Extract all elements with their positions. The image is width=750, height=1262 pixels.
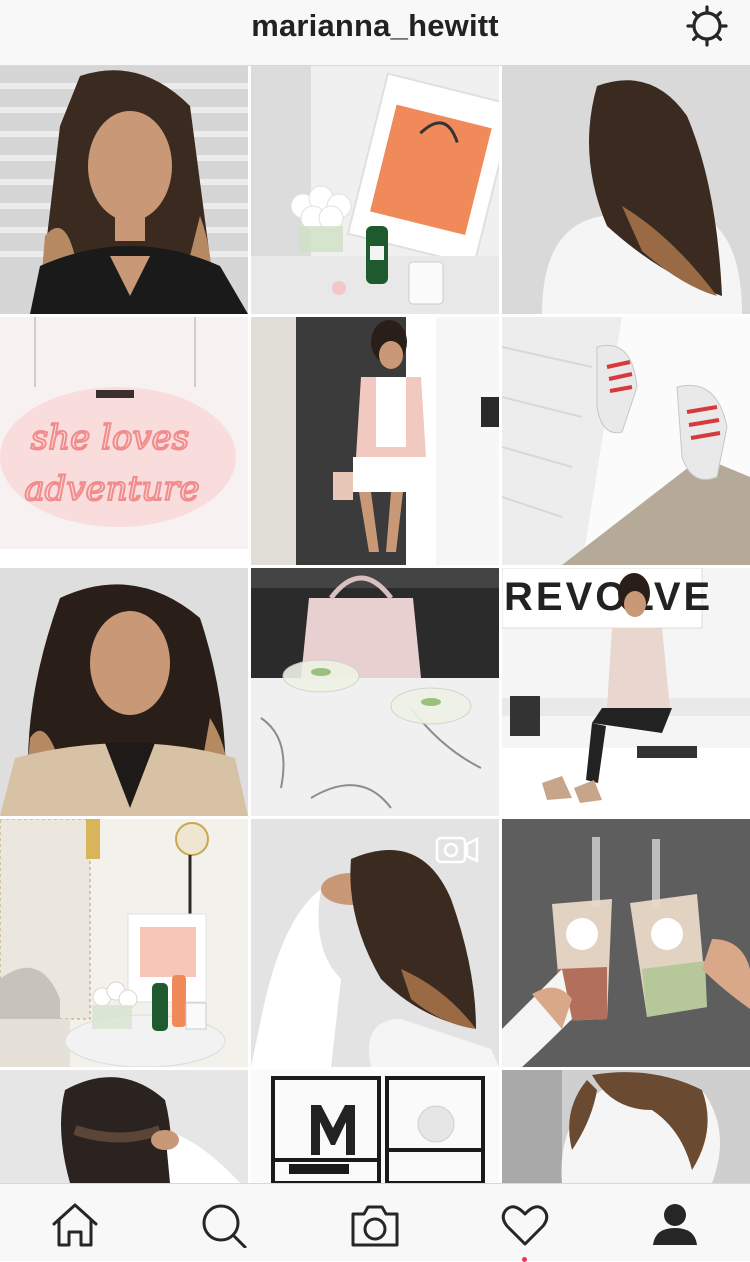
tab-camera[interactable] xyxy=(350,1202,400,1248)
tab-activity[interactable] xyxy=(500,1202,550,1248)
neon-text-line-2: adventure xyxy=(24,469,199,509)
tab-home[interactable] xyxy=(50,1202,100,1248)
activity-notification-dot xyxy=(522,1257,527,1262)
profile-header: marianna_hewitt xyxy=(0,0,750,66)
tab-profile[interactable] xyxy=(650,1202,700,1248)
post-thumbnail[interactable] xyxy=(0,819,248,1067)
home-icon xyxy=(52,1203,98,1247)
post-thumbnail[interactable]: REVOLVE xyxy=(502,568,750,816)
profile-icon xyxy=(653,1204,697,1245)
post-thumbnail[interactable] xyxy=(502,1070,750,1183)
post-thumbnail[interactable] xyxy=(502,66,750,314)
post-thumbnail[interactable] xyxy=(251,819,499,1067)
tab-search[interactable] xyxy=(199,1202,249,1249)
neon-text-line-1: she loves xyxy=(31,418,189,458)
settings-button[interactable] xyxy=(682,2,732,48)
heart-icon xyxy=(501,1205,549,1246)
bottom-tab-bar xyxy=(0,1183,750,1262)
post-thumbnail[interactable] xyxy=(0,66,248,314)
post-thumbnail[interactable] xyxy=(251,66,499,314)
post-thumbnail[interactable] xyxy=(502,317,750,565)
post-thumbnail[interactable] xyxy=(502,819,750,1067)
profile-username: marianna_hewitt xyxy=(251,8,499,43)
post-thumbnail[interactable] xyxy=(0,1070,248,1183)
gear-icon xyxy=(686,5,728,47)
post-thumbnail[interactable] xyxy=(251,1070,499,1183)
photo-grid: she loves adventure REVOLVE xyxy=(0,66,750,1183)
search-icon xyxy=(202,1204,247,1249)
post-thumbnail[interactable] xyxy=(251,317,499,565)
post-thumbnail[interactable] xyxy=(251,568,499,816)
post-thumbnail[interactable] xyxy=(0,568,248,816)
store-sign-text: REVOLVE xyxy=(504,575,713,619)
post-thumbnail[interactable]: she loves adventure xyxy=(0,317,248,565)
camera-icon xyxy=(351,1205,399,1247)
